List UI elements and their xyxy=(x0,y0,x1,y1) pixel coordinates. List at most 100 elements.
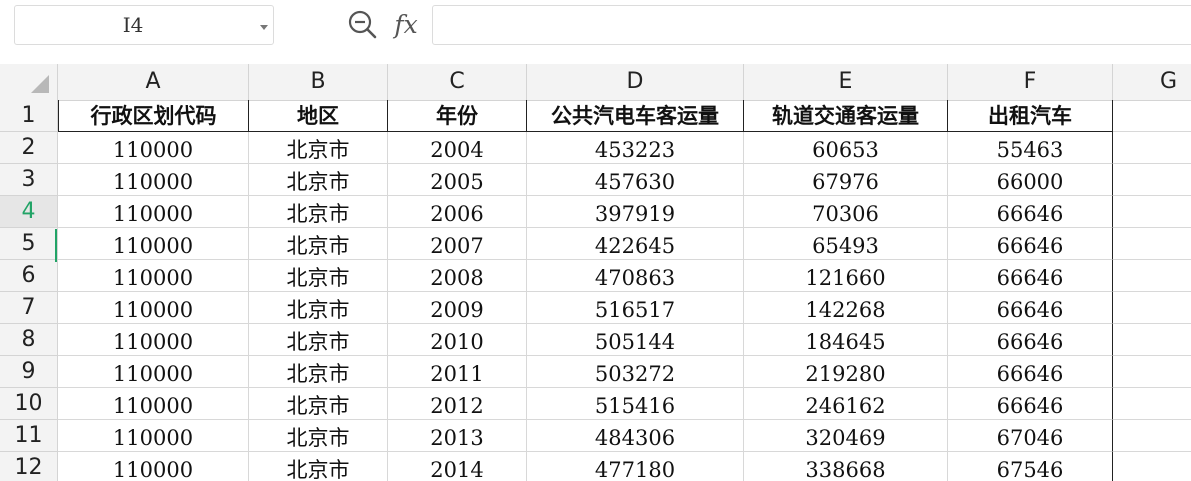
cell-d10[interactable]: 515416 xyxy=(527,388,744,420)
column-header-g[interactable]: G xyxy=(1113,64,1191,100)
column-header-d[interactable]: D xyxy=(527,64,744,100)
cell-c7[interactable]: 2009 xyxy=(388,292,527,324)
cell-e6[interactable]: 121660 xyxy=(744,260,948,292)
cell-f4[interactable]: 66646 xyxy=(948,196,1113,228)
row-header-11[interactable]: 11 xyxy=(0,420,57,452)
cell-g11[interactable] xyxy=(1113,420,1191,452)
cell-c9[interactable]: 2011 xyxy=(388,356,527,388)
cell-d9[interactable]: 503272 xyxy=(527,356,744,388)
cell-a6[interactable]: 110000 xyxy=(58,260,249,292)
cell-e4[interactable]: 70306 xyxy=(744,196,948,228)
cell-b8[interactable]: 北京市 xyxy=(249,324,388,356)
cell-b10[interactable]: 北京市 xyxy=(249,388,388,420)
cell-e8[interactable]: 184645 xyxy=(744,324,948,356)
cell-g10[interactable] xyxy=(1113,388,1191,420)
header-cell-b[interactable]: 地区 xyxy=(249,100,388,132)
row-header-7[interactable]: 7 xyxy=(0,292,57,324)
cell-a12[interactable]: 110000 xyxy=(58,452,249,481)
cell-f5[interactable]: 66646 xyxy=(948,228,1113,260)
row-header-4[interactable]: 4 xyxy=(0,196,57,228)
cell-a4[interactable]: 110000 xyxy=(58,196,249,228)
cell-c10[interactable]: 2012 xyxy=(388,388,527,420)
cell-c12[interactable]: 2014 xyxy=(388,452,527,481)
name-box[interactable]: I4 xyxy=(14,5,274,45)
cell-b12[interactable]: 北京市 xyxy=(249,452,388,481)
cell-f11[interactable]: 67046 xyxy=(948,420,1113,452)
row-header-6[interactable]: 6 xyxy=(0,260,57,292)
cell-f3[interactable]: 66000 xyxy=(948,164,1113,196)
cell-a2[interactable]: 110000 xyxy=(58,132,249,164)
cell-c4[interactable]: 2006 xyxy=(388,196,527,228)
row-header-1[interactable]: 1 xyxy=(0,100,57,132)
cell-b4[interactable]: 北京市 xyxy=(249,196,388,228)
cell-b2[interactable]: 北京市 xyxy=(249,132,388,164)
cell-g6[interactable] xyxy=(1113,260,1191,292)
cell-g1[interactable] xyxy=(1113,100,1191,132)
cell-g9[interactable] xyxy=(1113,356,1191,388)
cell-a8[interactable]: 110000 xyxy=(58,324,249,356)
cell-c3[interactable]: 2005 xyxy=(388,164,527,196)
header-cell-c[interactable]: 年份 xyxy=(388,100,527,132)
cell-e3[interactable]: 67976 xyxy=(744,164,948,196)
row-header-9[interactable]: 9 xyxy=(0,356,57,388)
cell-g12[interactable] xyxy=(1113,452,1191,481)
cell-a7[interactable]: 110000 xyxy=(58,292,249,324)
cell-g7[interactable] xyxy=(1113,292,1191,324)
column-header-f[interactable]: F xyxy=(948,64,1113,100)
column-header-e[interactable]: E xyxy=(744,64,948,100)
cell-a11[interactable]: 110000 xyxy=(58,420,249,452)
cell-f8[interactable]: 66646 xyxy=(948,324,1113,356)
cell-d12[interactable]: 477180 xyxy=(527,452,744,481)
cell-a9[interactable]: 110000 xyxy=(58,356,249,388)
cell-c8[interactable]: 2010 xyxy=(388,324,527,356)
cell-a3[interactable]: 110000 xyxy=(58,164,249,196)
cell-f12[interactable]: 67546 xyxy=(948,452,1113,481)
header-cell-f[interactable]: 出租汽车 xyxy=(948,100,1113,132)
header-cell-e[interactable]: 轨道交通客运量 xyxy=(744,100,948,132)
cell-g5[interactable] xyxy=(1113,228,1191,260)
row-header-10[interactable]: 10 xyxy=(0,388,57,420)
header-cell-a[interactable]: 行政区划代码 xyxy=(58,100,249,132)
cell-b9[interactable]: 北京市 xyxy=(249,356,388,388)
cell-b5[interactable]: 北京市 xyxy=(249,228,388,260)
cell-g4[interactable] xyxy=(1113,196,1191,228)
cell-e11[interactable]: 320469 xyxy=(744,420,948,452)
cell-b7[interactable]: 北京市 xyxy=(249,292,388,324)
zoom-out-icon[interactable] xyxy=(347,9,379,41)
column-header-c[interactable]: C xyxy=(388,64,527,100)
cell-f9[interactable]: 66646 xyxy=(948,356,1113,388)
cell-g3[interactable] xyxy=(1113,164,1191,196)
cell-d11[interactable]: 484306 xyxy=(527,420,744,452)
cell-e10[interactable]: 246162 xyxy=(744,388,948,420)
cell-d3[interactable]: 457630 xyxy=(527,164,744,196)
cell-e9[interactable]: 219280 xyxy=(744,356,948,388)
function-icon[interactable]: fx xyxy=(388,6,424,44)
header-cell-d[interactable]: 公共汽电车客运量 xyxy=(527,100,744,132)
cell-e12[interactable]: 338668 xyxy=(744,452,948,481)
cell-e5[interactable]: 65493 xyxy=(744,228,948,260)
chevron-down-icon[interactable] xyxy=(260,25,268,30)
column-header-b[interactable]: B xyxy=(249,64,388,100)
cell-d4[interactable]: 397919 xyxy=(527,196,744,228)
cell-f2[interactable]: 55463 xyxy=(948,132,1113,164)
cell-d8[interactable]: 505144 xyxy=(527,324,744,356)
row-header-3[interactable]: 3 xyxy=(0,164,57,196)
cell-d7[interactable]: 516517 xyxy=(527,292,744,324)
cell-d6[interactable]: 470863 xyxy=(527,260,744,292)
cell-c6[interactable]: 2008 xyxy=(388,260,527,292)
cell-a5[interactable]: 110000 xyxy=(58,228,249,260)
cell-b3[interactable]: 北京市 xyxy=(249,164,388,196)
cell-b6[interactable]: 北京市 xyxy=(249,260,388,292)
cell-a10[interactable]: 110000 xyxy=(58,388,249,420)
cell-f10[interactable]: 66646 xyxy=(948,388,1113,420)
column-header-a[interactable]: A xyxy=(58,64,249,100)
cell-c11[interactable]: 2013 xyxy=(388,420,527,452)
row-header-12[interactable]: 12 xyxy=(0,452,57,481)
formula-input[interactable] xyxy=(432,5,1191,45)
select-all-button[interactable] xyxy=(0,64,58,100)
row-header-8[interactable]: 8 xyxy=(0,324,57,356)
cell-g8[interactable] xyxy=(1113,324,1191,356)
cell-e2[interactable]: 60653 xyxy=(744,132,948,164)
cell-c5[interactable]: 2007 xyxy=(388,228,527,260)
row-header-2[interactable]: 2 xyxy=(0,132,57,164)
